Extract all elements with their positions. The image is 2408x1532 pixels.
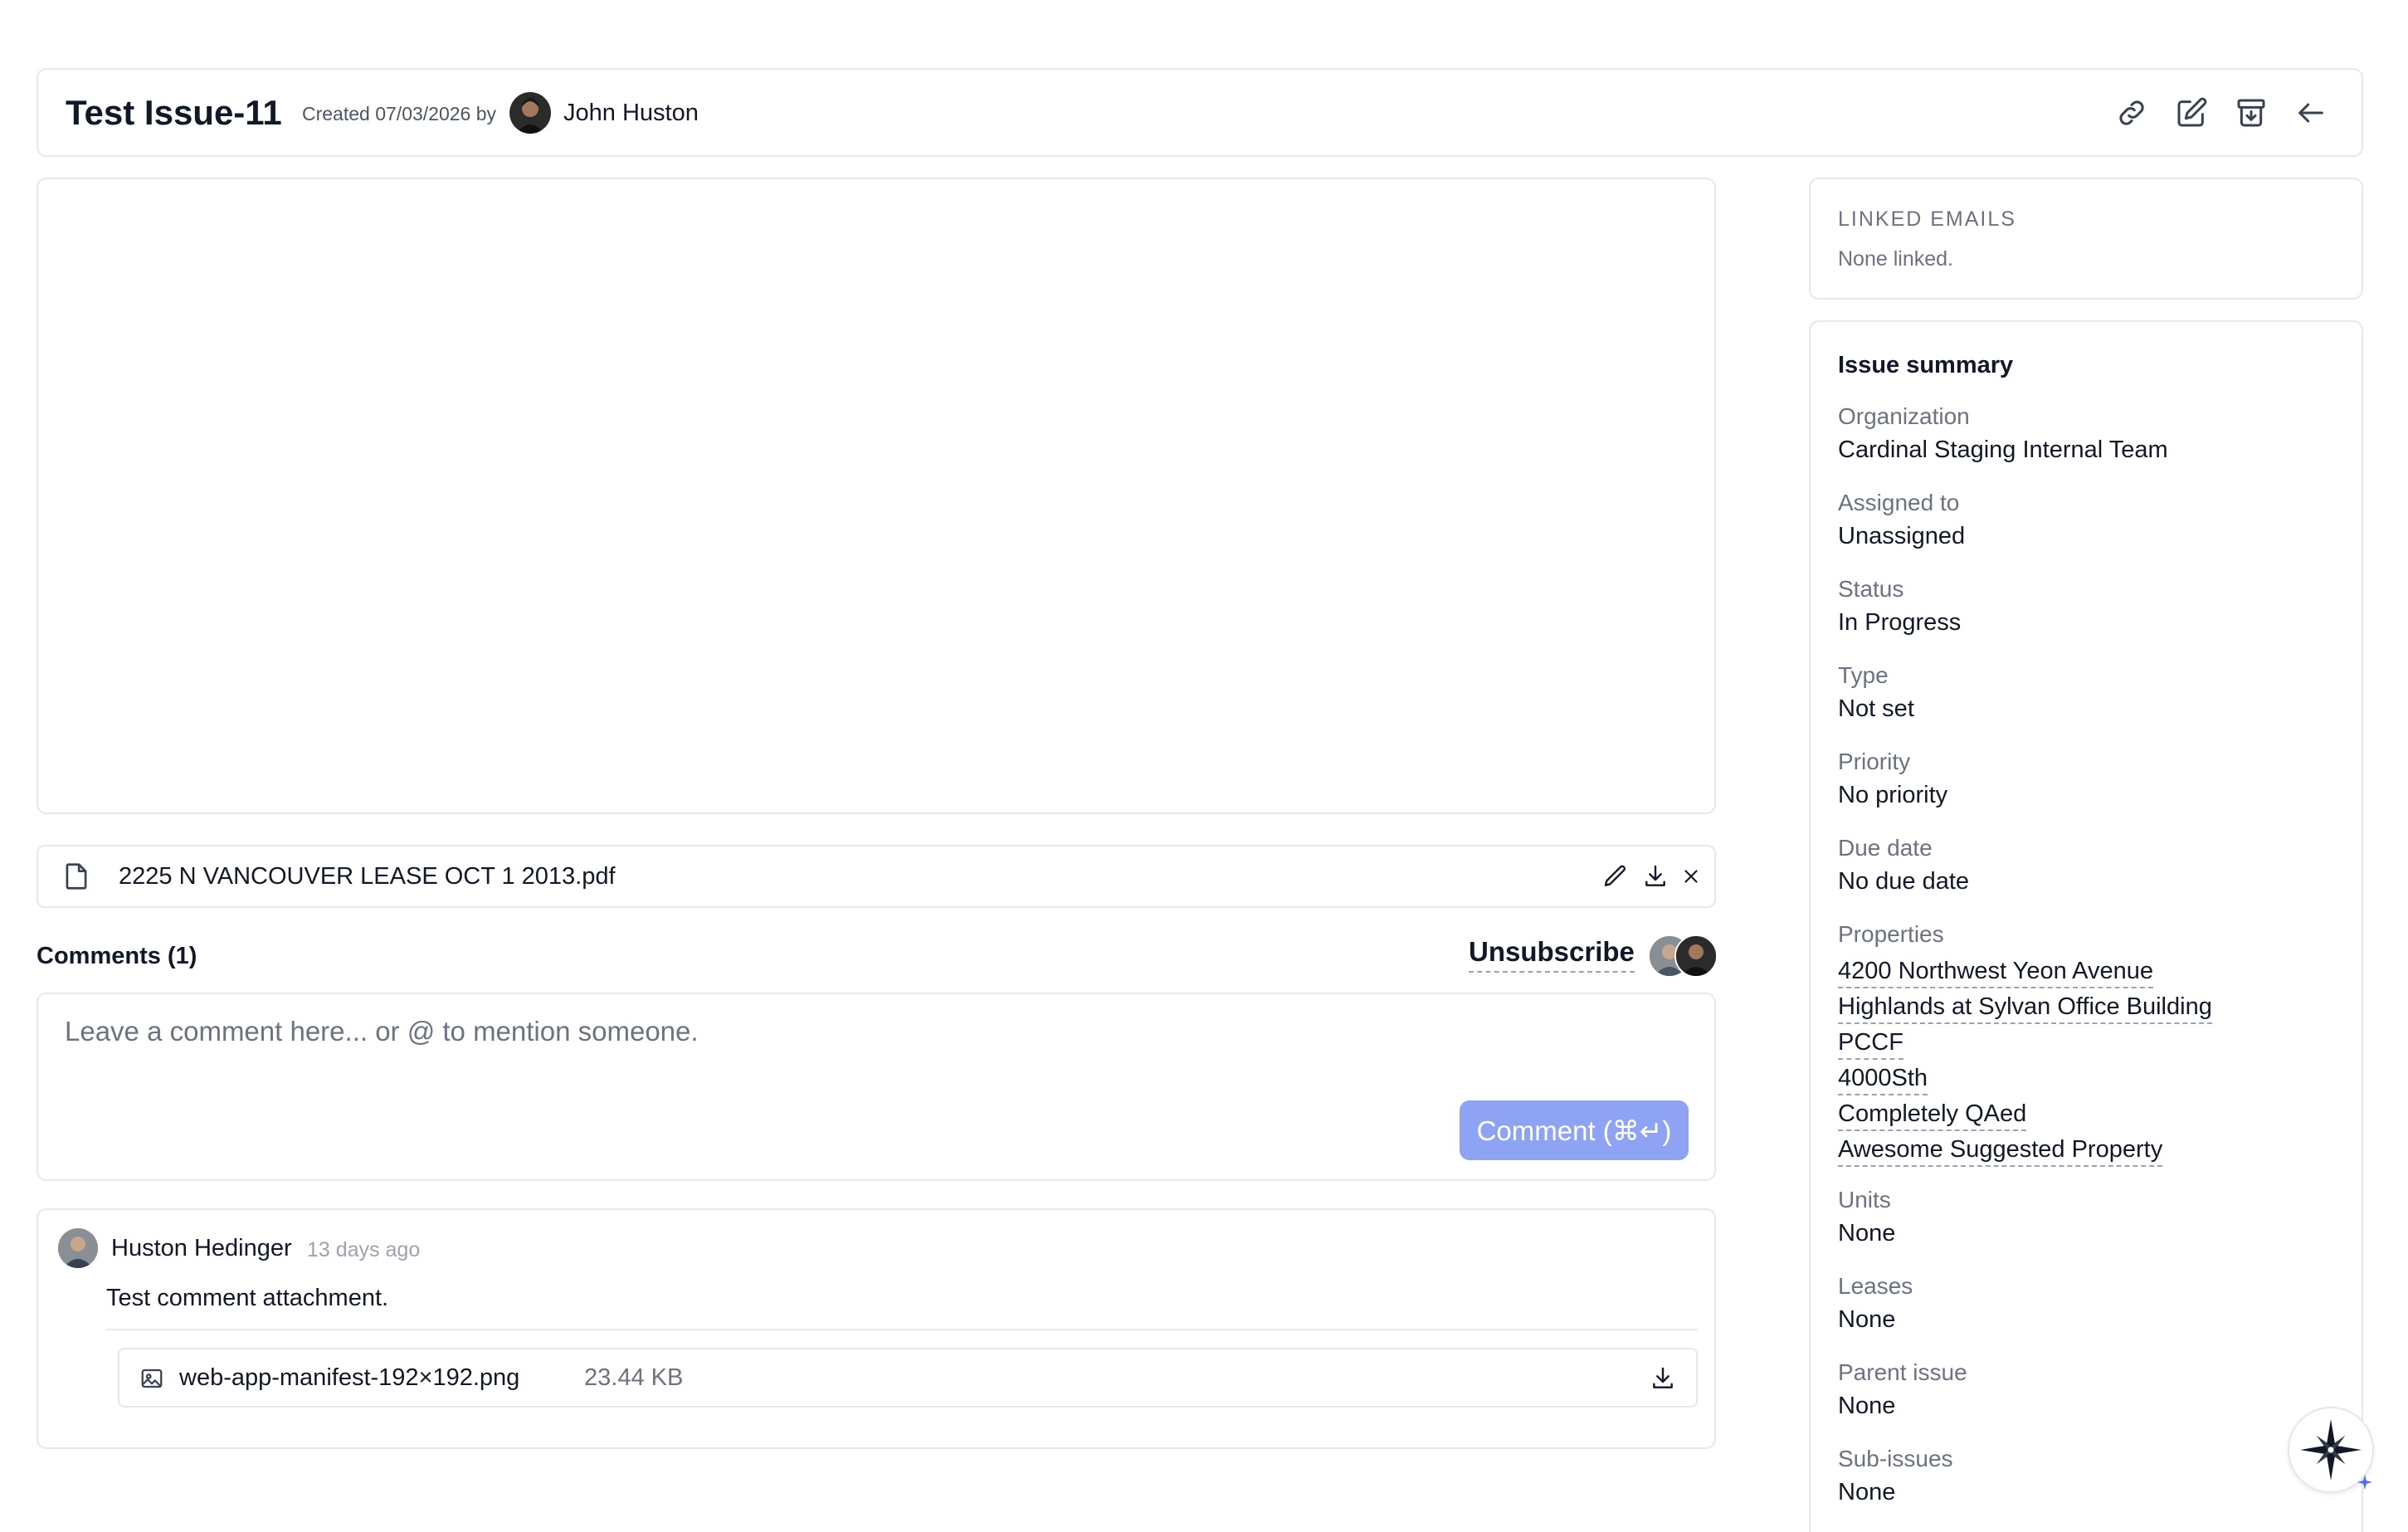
close-icon — [1684, 870, 1698, 883]
edit-issue-button[interactable] — [2168, 90, 2215, 136]
comment-submit-button[interactable]: Comment (⌘↵) — [1460, 1100, 1689, 1160]
summary-heading: Issue summary — [1838, 352, 2014, 378]
created-text: Created 07/03/2026 by — [302, 103, 497, 124]
comment-attachment-download-button[interactable] — [1640, 1355, 1686, 1402]
status-value[interactable]: In Progress — [1838, 609, 1961, 637]
comment-input[interactable] — [63, 1014, 1693, 1092]
sparkle-icon — [2357, 1474, 2373, 1491]
comment-attachment-name[interactable]: web-app-manifest-192×192.png — [179, 1364, 519, 1392]
subscribers-avatars[interactable] — [1648, 934, 1718, 978]
new-comment-box: Comment (⌘↵) — [37, 993, 1716, 1181]
leases-value: None — [1838, 1306, 1896, 1333]
issue-header: Test Issue-11 Created 07/03/2026 by John… — [37, 68, 2363, 157]
remove-attachment-button[interactable] — [1668, 853, 1714, 900]
comment-author[interactable]: Huston Hedinger — [111, 1235, 292, 1262]
property-link[interactable]: 4200 Northwest Yeon Avenue — [1838, 958, 2154, 989]
link-icon — [2119, 100, 2144, 125]
back-button[interactable] — [2288, 90, 2334, 136]
sub-issues-label: Sub-issues — [1838, 1446, 1953, 1471]
comment-author-avatar[interactable] — [58, 1228, 98, 1268]
linked-emails-panel: LINKED EMAILS None linked. — [1809, 178, 2363, 300]
priority-label: Priority — [1838, 749, 1911, 774]
comment-text: Test comment attachment. — [106, 1285, 389, 1311]
arrow-left-icon — [2298, 103, 2323, 123]
linked-emails-empty: None linked. — [1838, 247, 1953, 271]
property-link[interactable]: Awesome Suggested Property — [1838, 1136, 2163, 1168]
edit-icon — [2177, 97, 2207, 127]
archive-icon — [2237, 99, 2265, 127]
download-icon — [1645, 865, 1665, 886]
attachment-row: 2225 N VANCOUVER LEASE OCT 1 2013.pdf — [37, 845, 1716, 908]
due-date-value[interactable]: No due date — [1838, 868, 1969, 895]
archive-button[interactable] — [2228, 90, 2274, 136]
comment-item: Huston Hedinger 13 days ago Test comment… — [37, 1208, 1716, 1449]
image-icon — [141, 1369, 163, 1388]
comments-heading: Comments (1) — [37, 943, 197, 969]
creator-avatar[interactable] — [509, 92, 551, 134]
due-date-label: Due date — [1838, 835, 1933, 861]
sub-issues-value: None — [1838, 1479, 1896, 1505]
linked-emails-heading: LINKED EMAILS — [1838, 207, 2016, 231]
download-icon — [1653, 1367, 1673, 1388]
unsubscribe-button[interactable]: Unsubscribe — [1469, 936, 1635, 973]
parent-issue-value[interactable]: None — [1838, 1393, 1895, 1420]
properties-label: Properties — [1838, 921, 1944, 947]
subscriber-avatar — [1674, 934, 1718, 978]
property-link[interactable]: Completely QAed — [1838, 1100, 2027, 1132]
file-icon — [66, 863, 87, 890]
creator-name[interactable]: John Huston — [563, 100, 699, 127]
attachment-file-name[interactable]: 2225 N VANCOUVER LEASE OCT 1 2013.pdf — [119, 863, 616, 890]
type-value[interactable]: Not set — [1838, 695, 1914, 723]
assistant-button[interactable] — [2288, 1407, 2374, 1493]
property-link[interactable]: 4000Sth — [1838, 1065, 1928, 1096]
issue-summary-panel: Issue summary Organization Cardinal Stag… — [1809, 320, 2363, 1532]
comment-divider — [106, 1329, 1698, 1330]
status-label: Status — [1838, 576, 1904, 602]
leases-label: Leases — [1838, 1273, 1913, 1299]
comment-time: 13 days ago — [307, 1238, 421, 1261]
comment-attachment-size: 23.44 KB — [584, 1364, 684, 1391]
type-label: Type — [1838, 662, 1889, 688]
pencil-icon — [1604, 865, 1626, 886]
organization-label: Organization — [1838, 403, 1970, 429]
copy-link-button[interactable] — [2108, 90, 2155, 136]
property-link[interactable]: PCCF — [1838, 1029, 1903, 1061]
assigned-value[interactable]: Unassigned — [1838, 523, 1965, 550]
units-value: None — [1838, 1220, 1896, 1247]
issue-title: Test Issue-11 — [66, 93, 282, 132]
units-label: Units — [1838, 1187, 1891, 1212]
comment-attachment: web-app-manifest-192×192.png 23.44 KB — [118, 1348, 1698, 1408]
assigned-label: Assigned to — [1838, 490, 1960, 515]
organization-value: Cardinal Staging Internal Team — [1838, 437, 2168, 463]
issue-description[interactable] — [37, 178, 1716, 814]
priority-value[interactable]: No priority — [1838, 782, 1947, 809]
property-link[interactable]: Highlands at Sylvan Office Building — [1838, 993, 2212, 1025]
parent-issue-label: Parent issue — [1838, 1359, 1967, 1385]
